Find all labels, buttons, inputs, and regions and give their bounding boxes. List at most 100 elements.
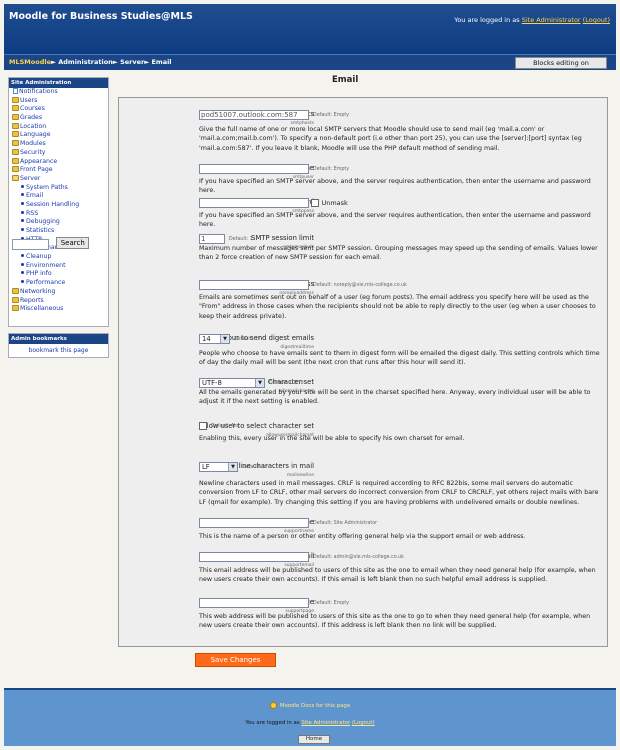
default-value: Default: LF [242, 464, 269, 470]
sidebar-item-label: Networking [20, 287, 56, 295]
folder-icon [12, 148, 19, 155]
breadcrumb-home[interactable]: MLSMoodle [9, 58, 51, 66]
setting-input[interactable] [199, 198, 309, 208]
sidebar-item-label: System Paths [26, 183, 68, 191]
select-value: UTF-8 [202, 379, 222, 387]
sidebar-item[interactable]: Performance [9, 279, 108, 288]
default-value: Default: noreply@vle.mls-college.co.uk [313, 282, 407, 288]
docs-link-text[interactable]: Moodle Docs for this page [280, 703, 350, 709]
setting-config-name: mailnewline [286, 473, 314, 478]
sidebar-item[interactable]: Appearance [9, 157, 108, 167]
settings-form: SMTP hostssmtphostspod51007.outlook.com:… [118, 97, 608, 647]
blocks-editing-button[interactable]: Blocks editing on [515, 57, 607, 69]
sidebar-item[interactable]: Miscellaneous [9, 305, 108, 314]
sidebar-item[interactable]: Notifications [9, 88, 108, 97]
sidebar-item[interactable]: Cleanup [9, 253, 108, 262]
default-value: Default: 17 [234, 336, 261, 342]
sidebar-item[interactable]: Reports [9, 296, 108, 306]
folder-icon [12, 166, 19, 173]
setting-input[interactable] [199, 598, 309, 608]
setting-checkbox[interactable] [199, 422, 207, 430]
user-link[interactable]: Site Administrator [301, 720, 350, 726]
sidebar-item[interactable]: System Paths [9, 184, 108, 193]
user-link[interactable]: Site Administrator [522, 16, 581, 24]
select-value: 14 [202, 335, 211, 343]
chevron-down-icon: ▼ [228, 463, 237, 471]
moodle-docs-link[interactable]: Moodle Docs for this page [4, 702, 616, 709]
setting-input[interactable]: 1 [199, 234, 225, 244]
sidebar-item-label: Modules [20, 140, 46, 148]
sidebar-item[interactable]: Courses [9, 105, 108, 114]
breadcrumb: MLSMoodle► Administration► Server► Email [9, 58, 172, 66]
logout-link[interactable]: (Logout) [583, 16, 610, 24]
home-button[interactable]: Home [298, 735, 330, 744]
block-header: Admin bookmarks [9, 334, 108, 344]
unmask-label: Unmask [321, 199, 348, 207]
doc-icon [13, 88, 18, 94]
sidebar-item-label: Appearance [20, 157, 58, 165]
setting-control: LF ▼ Default: LF [199, 462, 268, 472]
setting-select[interactable]: 14 ▼ [199, 334, 230, 344]
sidebar-item[interactable]: Security [9, 148, 108, 158]
setting-input[interactable] [199, 164, 309, 174]
setting-control: UTF-8 ▼ Default: UTF-8 [199, 378, 304, 388]
setting-description: Newline characters used in mail messages… [199, 480, 599, 506]
setting-input[interactable] [199, 518, 309, 528]
sidebar-item-label: Notifications [19, 88, 58, 95]
setting-control: 1 Default: 1 [199, 234, 253, 244]
sidebar-item[interactable]: Location [9, 122, 108, 132]
logout-link[interactable]: (Logout) [352, 720, 375, 726]
sidebar-item[interactable]: Users [9, 96, 108, 106]
admin-search-button[interactable]: Search [56, 237, 90, 249]
navbar: MLSMoodle► Administration► Server► Email… [4, 54, 616, 70]
setting-control: Default: admin@vle.mls-college.co.uk [199, 552, 404, 562]
folder-icon [12, 114, 19, 121]
setting-description: All the emails generated by your site wi… [199, 389, 591, 406]
sidebar-item[interactable]: Grades [9, 114, 108, 123]
breadcrumb-administration[interactable]: Administration [58, 58, 113, 66]
save-changes-button[interactable]: Save Changes [195, 653, 276, 667]
unmask-checkbox[interactable] [311, 199, 320, 207]
setting-select[interactable]: LF ▼ [199, 462, 238, 472]
breadcrumb-server[interactable]: Server [120, 58, 144, 66]
setting-description: Enabling this, every user in the site wi… [199, 435, 465, 442]
folder-icon [12, 131, 19, 138]
default-value: Default: No [211, 423, 239, 429]
setting-input[interactable] [199, 280, 309, 290]
sidebar-item[interactable]: Session Handling [9, 201, 108, 210]
bookmark-link[interactable]: bookmark this page [9, 344, 108, 354]
setting-control: Default: No [199, 422, 238, 430]
setting-input[interactable]: pod51007.outlook.com:587 [199, 110, 309, 120]
setting-description: This is the name of a person or other en… [199, 533, 526, 540]
breadcrumb-separator: ► [112, 58, 118, 66]
breadcrumb-separator: ► [50, 58, 56, 66]
sidebar-item-label: Statistics [26, 227, 55, 234]
default-value: Default: 1 [229, 236, 253, 242]
sidebar-item[interactable]: Debugging [9, 218, 108, 227]
sidebar-item-label: Users [20, 96, 38, 104]
sidebar-item-label: Security [20, 148, 46, 156]
setting-select[interactable]: UTF-8 ▼ [199, 378, 265, 388]
sidebar-item[interactable]: Modules [9, 140, 108, 149]
sidebar-item[interactable]: Email [9, 192, 108, 201]
sidebar-item[interactable]: RSS [9, 210, 108, 219]
sidebar-item[interactable]: Server [9, 174, 108, 184]
folder-icon [12, 122, 19, 129]
sidebar-item[interactable]: Language [9, 131, 108, 140]
sidebar-item[interactable]: Statistics [9, 227, 108, 236]
default-value: Default: Empty [313, 166, 350, 172]
setting-control: Unmask [199, 198, 348, 208]
page-footer: Moodle Docs for this page You are logged… [4, 688, 616, 746]
bullet-icon [21, 210, 24, 214]
admin-search-input[interactable] [12, 238, 49, 250]
setting-input[interactable] [199, 552, 309, 562]
sidebar-item[interactable]: Environment [9, 262, 108, 271]
sidebar-item-label: Miscellaneous [20, 305, 64, 313]
sidebar-item-label: Email [26, 192, 44, 200]
folder-icon [12, 140, 19, 147]
sidebar-item[interactable]: PHP info [9, 270, 108, 279]
sidebar-item[interactable]: Front Page [9, 166, 108, 175]
setting-control: Default: noreply@vle.mls-college.co.uk [199, 280, 407, 290]
sidebar-item[interactable]: Networking [9, 287, 108, 297]
login-prefix: You are logged in as [454, 16, 520, 24]
